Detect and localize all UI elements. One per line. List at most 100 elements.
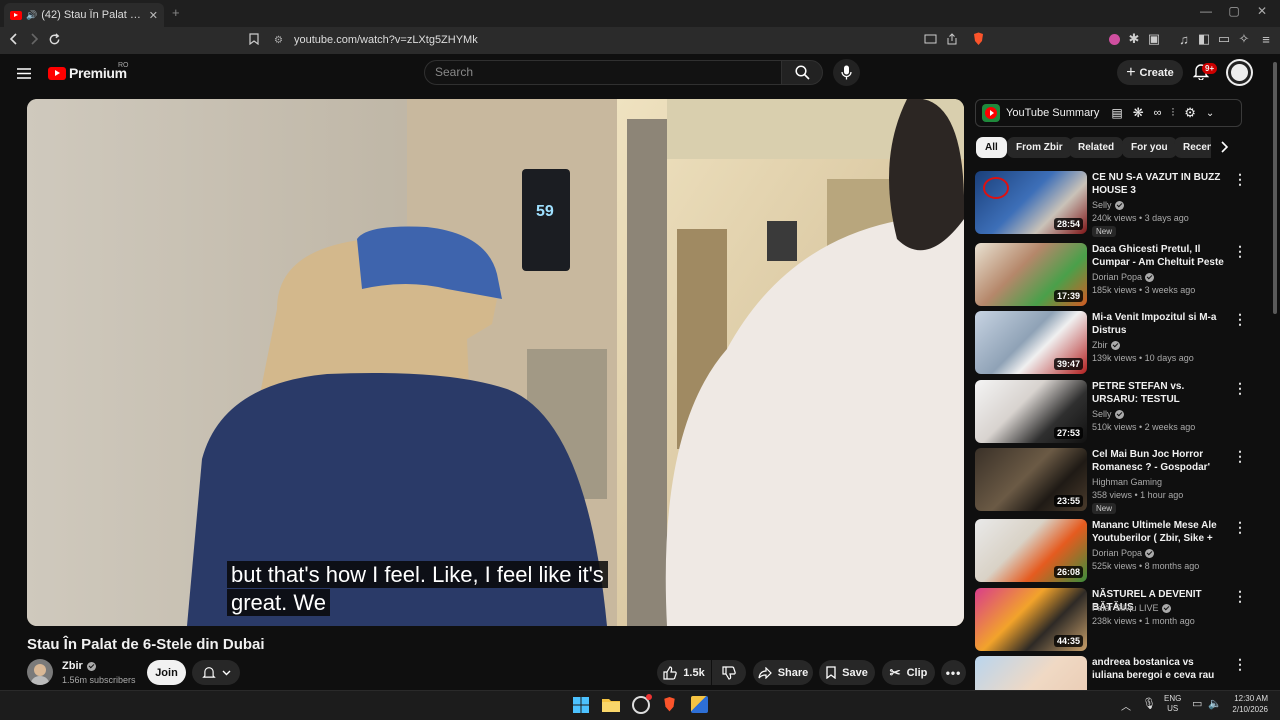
- chip-all[interactable]: All: [976, 137, 1007, 158]
- video-thumbnail[interactable]: 44:35: [975, 588, 1087, 651]
- wallet-icon[interactable]: ▭: [1216, 31, 1232, 47]
- recommendation-item[interactable]: andreea bostanica vs iuliana beregoi e c…: [975, 656, 1245, 690]
- forward-icon[interactable]: [26, 31, 42, 47]
- share-page-icon[interactable]: [944, 31, 960, 47]
- recommendation-item[interactable]: 27:53 PETRE STEFAN vs. URSARU: TESTUL PO…: [975, 380, 1247, 444]
- more-actions-button[interactable]: •••: [941, 660, 966, 685]
- channel-name-row[interactable]: Zbir: [62, 660, 96, 672]
- sidebar-toggle-icon[interactable]: ◧: [1196, 31, 1212, 47]
- create-button[interactable]: + Create: [1117, 60, 1183, 85]
- dislike-button[interactable]: [712, 660, 746, 685]
- recommendation-title[interactable]: Daca Ghicesti Pretul, Il Cumpar - Am Che…: [1092, 243, 1227, 269]
- youtube-premium-logo[interactable]: Premium: [48, 65, 127, 81]
- cast-icon[interactable]: [922, 31, 938, 47]
- more-vertical-icon[interactable]: ⋮: [1233, 311, 1247, 328]
- network-icon[interactable]: ▭: [1192, 697, 1202, 710]
- reader-glasses-icon[interactable]: ∞: [1154, 107, 1162, 119]
- site-info-icon[interactable]: ⚙: [274, 35, 292, 46]
- browser-tab[interactable]: 🔊 (42) Stau În Palat de 6-Stele din Duba…: [4, 3, 164, 27]
- video-thumbnail[interactable]: 17:39: [975, 243, 1087, 306]
- brave-shields-icon[interactable]: [970, 31, 986, 47]
- speaker-icon[interactable]: 🔊: [26, 10, 37, 21]
- like-button[interactable]: 1.5k: [657, 660, 711, 685]
- recommendation-title[interactable]: Mananc Ultimele Mese Ale Youtuberilor ( …: [1092, 519, 1227, 545]
- bookmark-icon[interactable]: [246, 31, 262, 47]
- verified-icon: [1145, 272, 1155, 282]
- clip-button[interactable]: ✂ Clip: [882, 660, 935, 685]
- join-button[interactable]: Join: [147, 660, 186, 685]
- chip-from-zbir[interactable]: From Zbir: [1007, 137, 1072, 158]
- maximize-icon[interactable]: ▢: [1224, 4, 1244, 18]
- extensions-puzzle-icon[interactable]: ✱: [1126, 31, 1142, 47]
- guide-menu-icon[interactable]: [17, 66, 31, 84]
- microphone-tray-icon[interactable]: 🎙: [1142, 697, 1156, 710]
- brave-browser-icon[interactable]: [662, 696, 677, 718]
- recommendation-item[interactable]: 26:08 Mananc Ultimele Mese Ale Youtuberi…: [975, 519, 1247, 583]
- leo-ai-icon[interactable]: ✧: [1236, 31, 1252, 47]
- recommendation-item[interactable]: 39:47 Mi-a Venit Impozitul si M-a Distru…: [975, 311, 1247, 375]
- recommendation-title[interactable]: PETRE STEFAN vs. URSARU: TESTUL POLIGRAF…: [1092, 380, 1227, 406]
- volume-icon[interactable]: 🔈: [1208, 697, 1222, 710]
- reload-icon[interactable]: [46, 31, 62, 47]
- settings-gear-icon[interactable]: ⚙: [1184, 105, 1196, 121]
- recommendation-title[interactable]: Cel Mai Bun Joc Horror Romanesc ? - Gosp…: [1092, 448, 1227, 474]
- recommendation-item[interactable]: 23:55 Cel Mai Bun Joc Horror Romanesc ? …: [975, 448, 1247, 514]
- address-bar[interactable]: ⚙ youtube.com/watch?v=zLXtg5ZHYMk: [270, 30, 990, 50]
- chip-for-you[interactable]: For you: [1122, 137, 1177, 158]
- scrollbar-thumb[interactable]: [1273, 62, 1277, 314]
- save-button[interactable]: Save: [819, 660, 875, 685]
- chip-recently-uploaded[interactable]: Recently uploaded: [1174, 137, 1211, 158]
- voice-search-button[interactable]: [833, 59, 860, 86]
- more-vertical-icon[interactable]: ⋮: [1233, 448, 1247, 465]
- youtube-summary-extension-bar[interactable]: YouTube Summary ▤ ❋ ∞ ⫶ ⚙ ⌄: [975, 99, 1242, 127]
- avatar[interactable]: [1228, 61, 1251, 84]
- clock[interactable]: 12:30 AM 2/10/2026: [1226, 693, 1268, 715]
- transcript-icon[interactable]: ▤: [1111, 106, 1122, 120]
- recommendation-title[interactable]: andreea bostanica vs iuliana beregoi e c…: [1092, 656, 1227, 682]
- system-tray-chevron-icon[interactable]: ︿: [1121, 698, 1131, 713]
- language-indicator[interactable]: ENG US: [1164, 694, 1181, 714]
- video-thumbnail[interactable]: 28:54: [975, 171, 1087, 234]
- more-vertical-icon[interactable]: ⋮: [1233, 656, 1245, 673]
- search-input[interactable]: Search: [424, 60, 782, 85]
- video-thumbnail[interactable]: 26:08: [975, 519, 1087, 582]
- back-icon[interactable]: [6, 31, 22, 47]
- extension-title: YouTube Summary: [1006, 107, 1100, 119]
- extension-pink-icon[interactable]: [1106, 31, 1122, 47]
- audio-waveform-icon[interactable]: ⫶: [1171, 107, 1174, 120]
- extension-box-icon[interactable]: ▣: [1146, 31, 1162, 47]
- recommendation-item[interactable]: 44:35 NĂSTUREL A DEVENIT BĂTĂUȘ Faiăr Si…: [975, 588, 1247, 652]
- more-vertical-icon[interactable]: ⋮: [1233, 588, 1247, 605]
- video-thumbnail[interactable]: 39:47: [975, 311, 1087, 374]
- video-thumbnail[interactable]: 27:53: [975, 380, 1087, 443]
- chips-next-button[interactable]: [1221, 140, 1229, 158]
- kotlin-app-icon[interactable]: [691, 696, 708, 713]
- file-explorer-icon[interactable]: [602, 697, 620, 717]
- more-vertical-icon[interactable]: ⋮: [1233, 380, 1247, 397]
- chatgpt-icon[interactable]: ❋: [1133, 105, 1144, 121]
- chevron-down-icon[interactable]: ⌄: [1206, 108, 1214, 119]
- recommendation-title[interactable]: Mi-a Venit Impozitul si M-a Distrus: [1092, 311, 1227, 337]
- chip-related[interactable]: Related: [1069, 137, 1124, 158]
- recommendation-item[interactable]: 17:39 Daca Ghicesti Pretul, Il Cumpar - …: [975, 243, 1247, 307]
- channel-avatar[interactable]: [27, 659, 53, 685]
- recommendation-title[interactable]: CE NU S-A VAZUT IN BUZZ HOUSE 3: [1092, 171, 1227, 197]
- new-tab-button[interactable]: +: [172, 5, 180, 20]
- search-button[interactable]: [781, 60, 823, 85]
- media-music-icon[interactable]: ♫: [1176, 31, 1192, 47]
- windows-start-icon[interactable]: [573, 697, 589, 718]
- channel-name[interactable]: Zbir: [62, 660, 83, 672]
- video-thumbnail[interactable]: [975, 656, 1087, 690]
- minimize-icon[interactable]: —: [1196, 4, 1216, 18]
- subscribed-notifications-button[interactable]: [192, 660, 240, 685]
- close-tab-icon[interactable]: ✕: [149, 9, 158, 22]
- browser-menu-icon[interactable]: ≡: [1258, 31, 1274, 47]
- recommendation-item[interactable]: 28:54 CE NU S-A VAZUT IN BUZZ HOUSE 3 Se…: [975, 171, 1247, 237]
- more-vertical-icon[interactable]: ⋮: [1233, 171, 1247, 188]
- close-window-icon[interactable]: ✕: [1252, 4, 1272, 18]
- more-vertical-icon[interactable]: ⋮: [1233, 243, 1247, 260]
- more-vertical-icon[interactable]: ⋮: [1233, 519, 1247, 536]
- video-thumbnail[interactable]: 23:55: [975, 448, 1087, 511]
- video-player[interactable]: 59: [27, 99, 964, 626]
- share-button[interactable]: Share: [753, 660, 813, 685]
